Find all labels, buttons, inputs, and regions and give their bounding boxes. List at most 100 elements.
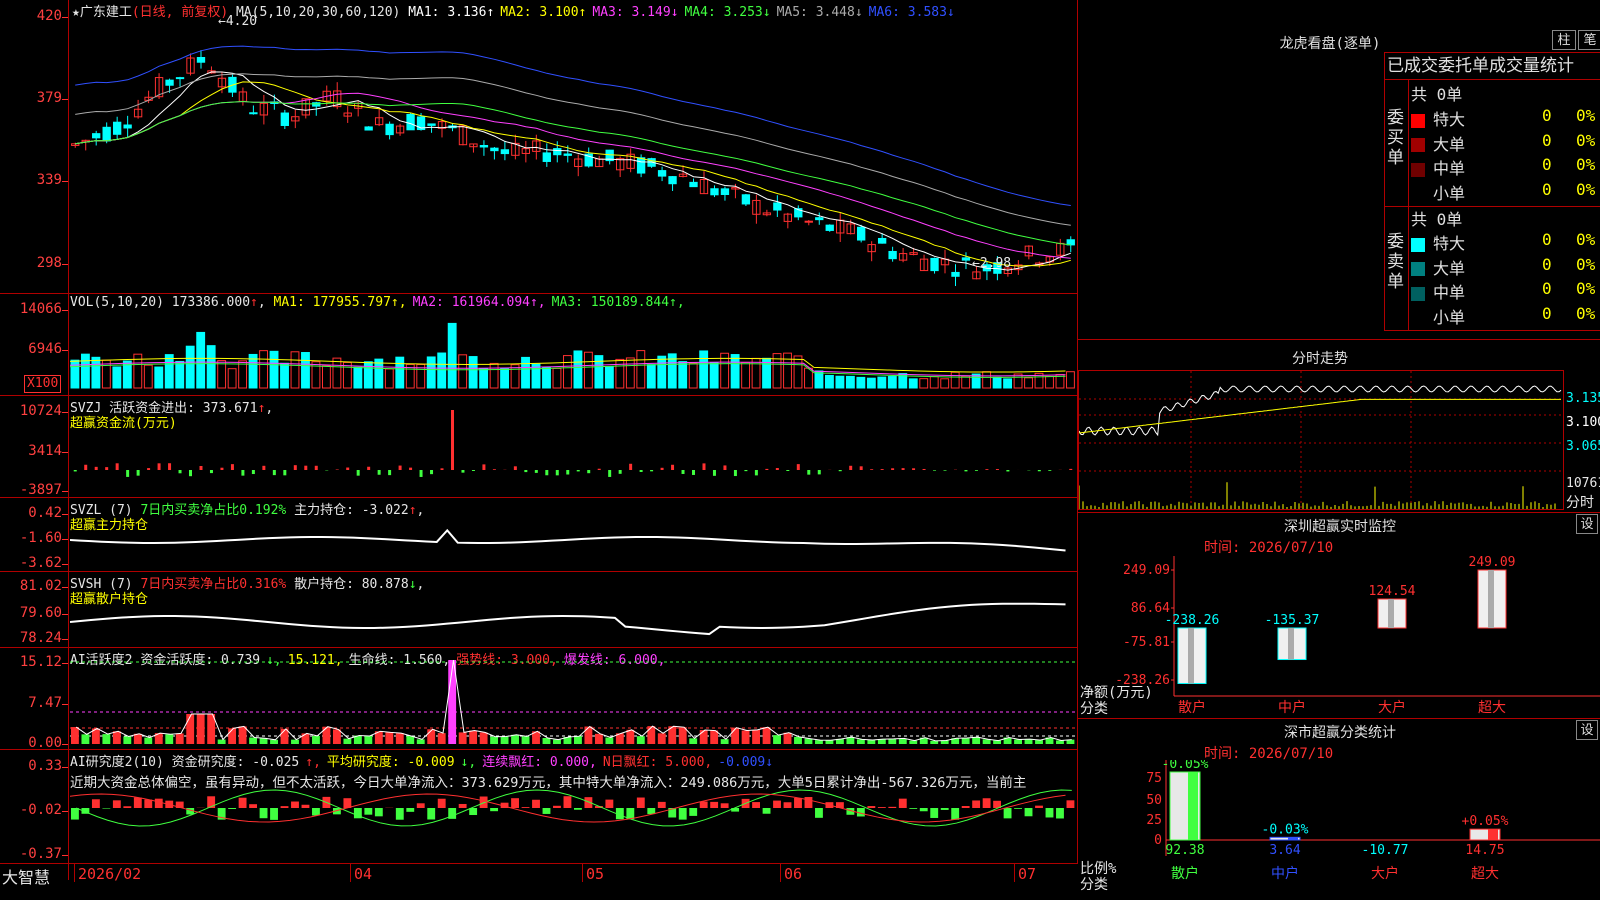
research-bar	[961, 806, 970, 808]
ai-activity-y-tick: 7.47	[28, 695, 62, 711]
classify-y-tick: 25	[1146, 813, 1162, 828]
order-count: 0	[1542, 279, 1552, 298]
classify-y-tick: 50	[1146, 793, 1162, 808]
activity-bar	[825, 740, 834, 744]
candle-body	[710, 188, 719, 196]
classify-chart[interactable]: 75 50 25 0 -0.05% 92.38 散户 -0.03% 3.64 中户 -10.77 大户…	[1078, 760, 1600, 900]
volume-chart[interactable]	[70, 310, 1076, 396]
candle-body	[385, 123, 394, 136]
candle-body	[175, 77, 185, 80]
volume-bar	[678, 361, 688, 389]
intraday-y-tick: 3.135	[1566, 391, 1600, 406]
research-bar	[919, 808, 928, 812]
candle-body	[961, 257, 971, 261]
volume-bar	[437, 352, 447, 389]
candle-body	[668, 176, 677, 185]
monitor-bar-shade	[1188, 628, 1194, 684]
activity-bar	[584, 726, 593, 744]
color-swatch	[1411, 113, 1425, 128]
candle-body	[490, 147, 499, 152]
volume-bar	[699, 350, 709, 389]
candle-body	[92, 133, 101, 139]
activity-bar	[1024, 739, 1033, 744]
candle-body	[930, 257, 939, 272]
research-bar	[312, 808, 320, 816]
time-axis-label: 04	[354, 865, 373, 883]
ai-research-chart[interactable]	[70, 762, 1076, 862]
volume-bar	[489, 362, 499, 389]
kline-chart[interactable]	[70, 18, 1076, 292]
research-bar	[416, 803, 425, 808]
intraday-vol-label: 分时	[1566, 495, 1594, 511]
classify-settings-button[interactable]: 设	[1576, 720, 1598, 740]
research-bar	[144, 799, 153, 808]
research-bar	[291, 801, 299, 808]
research-bar	[553, 805, 561, 808]
order-percent: 0%	[1576, 130, 1596, 150]
research-bar	[238, 797, 247, 808]
time-axis-label: 2026/02	[78, 865, 142, 883]
candle-body	[815, 217, 824, 221]
classify-y-tick: 0	[1154, 833, 1162, 848]
research-bar	[511, 798, 519, 808]
activity-bar	[982, 739, 991, 744]
color-swatch	[1411, 286, 1425, 301]
volume-bar	[646, 364, 656, 389]
research-bar	[783, 802, 792, 808]
color-swatch	[1411, 237, 1425, 252]
activity-bar	[102, 734, 111, 744]
volume-bar	[185, 345, 195, 389]
candle-body	[636, 157, 646, 174]
monitor-category-label: 超大	[1478, 700, 1506, 716]
activity-bar	[343, 738, 352, 744]
volume-bar	[196, 331, 206, 389]
monitor-settings-button[interactable]: 设	[1576, 514, 1598, 534]
research-bar	[605, 799, 614, 808]
research-bar	[1035, 805, 1043, 808]
research-bar	[91, 799, 100, 808]
monitor-value-label: -238.26	[1165, 613, 1220, 628]
intraday-chart[interactable]	[1079, 371, 1563, 509]
volume-bar	[908, 378, 918, 389]
activity-bar	[636, 736, 645, 744]
svsh-y-tick: 79.60	[19, 605, 62, 621]
svzj-chart[interactable]	[70, 400, 1076, 496]
volume-bar	[238, 360, 248, 389]
color-swatch	[1411, 187, 1425, 201]
research-bar	[972, 800, 981, 808]
order-row: 大单	[1411, 131, 1465, 155]
volume-bar	[91, 356, 101, 389]
order-percent: 0%	[1576, 155, 1596, 174]
research-bar	[1066, 800, 1075, 808]
svzj-y-tick: 3414	[28, 443, 62, 459]
activity-bar	[1035, 740, 1043, 744]
candle-body	[406, 113, 415, 131]
volume-ma-item: MA3: 150189.844↑,	[551, 295, 685, 310]
activity-bar	[217, 739, 226, 744]
volume-bar	[594, 355, 604, 389]
activity-bar	[689, 738, 698, 744]
monitor-chart[interactable]: 249.0986.64-75.81-238.26-238.26散户-135.37…	[1078, 556, 1600, 716]
activity-bar	[81, 734, 90, 744]
volume-bar	[877, 376, 887, 389]
order-size-name: 中单	[1433, 283, 1466, 302]
time-axis-label: 07	[1018, 865, 1037, 883]
svzl-chart[interactable]	[70, 500, 1076, 570]
ai-activity-chart[interactable]	[70, 660, 1076, 748]
tab-executed-orders[interactable]: 已成交委托单成交量统计	[1384, 52, 1600, 80]
research-bar	[773, 800, 781, 808]
bar-mode-button[interactable]: 柱	[1552, 30, 1576, 50]
activity-bar	[678, 727, 687, 744]
low-price-label: ←2.98	[972, 256, 1012, 271]
order-percent: 0%	[1576, 303, 1596, 323]
volume-bar	[80, 353, 90, 389]
activity-bar	[605, 737, 614, 744]
svsh-chart[interactable]	[70, 574, 1076, 646]
order-row: 小单	[1411, 180, 1465, 204]
pen-mode-button[interactable]: 笔	[1578, 30, 1600, 50]
volume-unit: X100	[24, 375, 62, 393]
volume-bar	[688, 362, 698, 389]
research-bar	[406, 808, 415, 812]
classify-bar-accent	[1188, 772, 1198, 840]
monitor-y-tick: 249.09	[1123, 563, 1170, 578]
